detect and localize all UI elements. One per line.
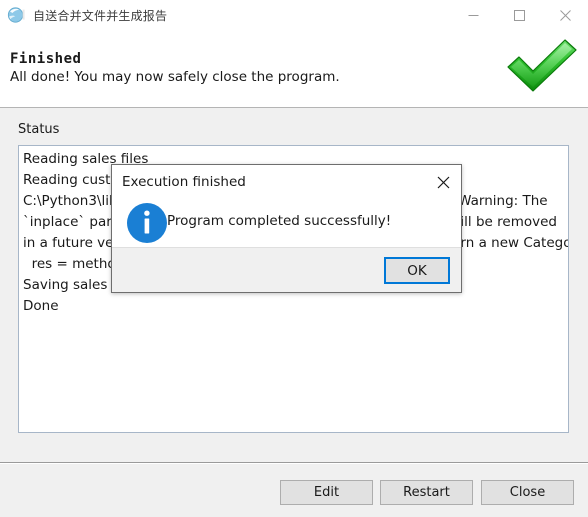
window-title: 自送合并文件并生成报告 bbox=[33, 8, 168, 23]
close-icon[interactable] bbox=[429, 169, 457, 195]
page-title: Finished bbox=[10, 51, 82, 67]
maximize-icon[interactable] bbox=[496, 0, 542, 30]
ok-button[interactable]: OK bbox=[384, 257, 450, 284]
status-line: Done bbox=[23, 298, 59, 314]
header-band: Finished All done! You may now safely cl… bbox=[0, 30, 588, 108]
header-subtext: All done! You may now safely close the p… bbox=[10, 69, 340, 85]
dialog-titlebar: Execution finished bbox=[112, 165, 461, 201]
dialog-content: Program completed successfully! bbox=[112, 201, 461, 247]
execution-finished-dialog: Execution finished Program completed suc… bbox=[111, 164, 462, 293]
app-globe-icon bbox=[7, 6, 25, 24]
close-icon[interactable] bbox=[542, 0, 588, 30]
info-icon bbox=[126, 202, 168, 244]
window-controls bbox=[450, 0, 588, 30]
dialog-message: Program completed successfully! bbox=[167, 213, 392, 229]
edit-button[interactable]: Edit bbox=[280, 480, 373, 505]
close-button[interactable]: Close bbox=[481, 480, 574, 505]
footer-bar: Edit Restart Close bbox=[0, 464, 588, 517]
minimize-icon[interactable] bbox=[450, 0, 496, 30]
window-titlebar: 自送合并文件并生成报告 bbox=[0, 0, 588, 30]
restart-button[interactable]: Restart bbox=[380, 480, 473, 505]
dialog-footer: OK bbox=[112, 247, 461, 292]
status-label: Status bbox=[18, 122, 60, 137]
dialog-title: Execution finished bbox=[122, 174, 246, 190]
green-checkmark-icon bbox=[502, 36, 580, 96]
